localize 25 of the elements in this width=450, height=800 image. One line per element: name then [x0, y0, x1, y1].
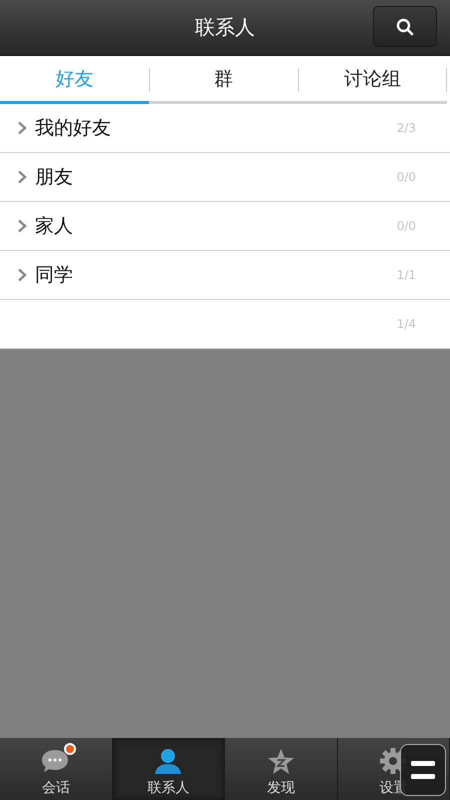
online-count: 1/4 [396, 317, 416, 331]
chevron-icon [17, 121, 27, 135]
nav-tab[interactable]: 会话 [0, 738, 112, 800]
group-row[interactable]: 同学 1/1 [0, 250, 450, 299]
group-name: 家人 [35, 214, 73, 239]
group-row[interactable]: 家人 0/0 [0, 201, 450, 250]
chevron-icon [17, 268, 27, 282]
star-icon [266, 748, 295, 774]
group-name: 我的好友 [35, 116, 111, 141]
online-count: 2/3 [396, 121, 416, 135]
nav-tab[interactable]: 联系人 [112, 738, 225, 800]
search-button[interactable] [373, 6, 437, 47]
page-title: 联系人 [195, 14, 255, 41]
group-name: 朋友 [35, 165, 73, 190]
online-count: 1/1 [396, 268, 416, 282]
online-count: 0/0 [396, 170, 416, 184]
group-row[interactable]: 朋友 0/0 [0, 152, 450, 201]
group-name: 同学 [35, 263, 73, 288]
nav-tab[interactable]: 发现 [225, 738, 338, 800]
online-count: 0/0 [396, 219, 416, 233]
group-row[interactable]: 我的好友 2/3 [0, 104, 450, 152]
search-icon [396, 18, 414, 36]
chevron-icon [17, 170, 27, 184]
chevron-icon [17, 219, 27, 233]
person-icon [153, 747, 184, 775]
